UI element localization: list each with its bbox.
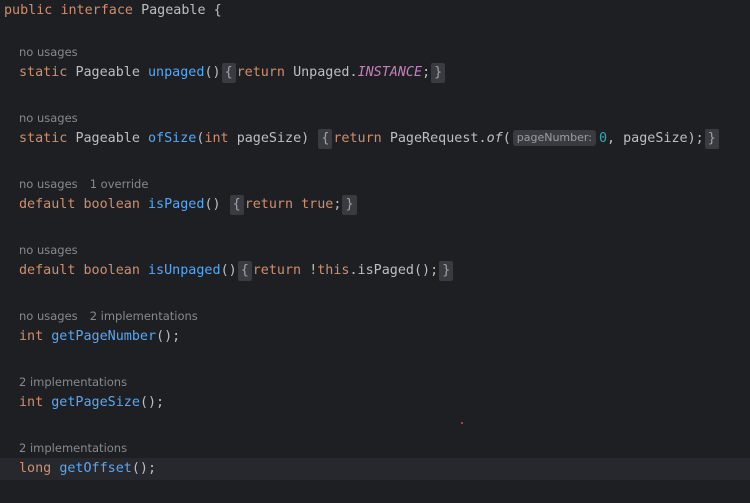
semicolon: ; — [422, 65, 431, 80]
usages-hint[interactable]: no usages 1 override — [19, 176, 148, 192]
method-name-getoffset[interactable]: getOffset — [59, 461, 132, 476]
implementations-hint[interactable]: 2 implementations — [19, 440, 127, 456]
implementations-hint[interactable]: 2 implementations — [19, 374, 127, 390]
keyword-int: int — [19, 395, 44, 410]
method-params: (); — [131, 461, 157, 476]
keyword-return: return — [333, 131, 382, 146]
method-call-of: of — [486, 131, 503, 146]
keyword-static: static — [19, 65, 68, 80]
param-pagesize: pageSize) — [236, 131, 310, 146]
implementations-hint-text[interactable]: 2 implementations — [19, 441, 127, 455]
keyword-return: return — [252, 263, 302, 278]
return-type: Pageable — [75, 131, 140, 146]
method-params: (); — [156, 329, 181, 344]
method-ofsize-line[interactable]: static Pageable ofSize ( int pageSize) {re… — [19, 128, 720, 150]
fold-close-marker[interactable]: } — [439, 261, 454, 281]
fold-open-marker[interactable]: { — [229, 195, 244, 215]
call-paren-open: ( — [502, 131, 511, 146]
method-getpagenumber-line[interactable]: int getPageNumber(); — [19, 326, 180, 348]
implementations-hint-text[interactable]: 2 implementations — [90, 309, 198, 323]
call-args-rest: , pageSize); — [607, 131, 704, 146]
method-name-getpagenumber[interactable]: getPageNumber — [51, 329, 156, 344]
keyword-static: static — [19, 131, 68, 146]
class-ref: Unpaged. — [293, 65, 358, 80]
usages-hint-text[interactable]: no usages — [19, 243, 78, 257]
static-field-instance: INSTANCE — [357, 65, 423, 80]
fold-close-marker[interactable]: } — [704, 129, 719, 149]
keyword-this: this — [317, 263, 350, 278]
interface-name[interactable]: Pageable — [141, 3, 206, 18]
keyword-default: default — [19, 263, 76, 278]
keyword-int: int — [19, 329, 44, 344]
code-editor[interactable]: public interface Pageable { no usages st… — [0, 0, 750, 503]
fold-open-marker[interactable]: { — [318, 129, 333, 149]
method-params: (); — [139, 395, 165, 410]
overrides-hint-text[interactable]: 1 override — [90, 177, 149, 191]
method-getpagesize-line[interactable]: int getPageSize(); — [19, 392, 164, 414]
keyword-true: true — [301, 197, 334, 212]
fold-open-marker[interactable]: { — [237, 261, 252, 281]
number-literal: 0 — [598, 131, 607, 146]
usages-hint[interactable]: no usages — [19, 44, 78, 60]
method-name-unpaged[interactable]: unpaged — [148, 65, 204, 80]
method-params: () — [204, 65, 221, 80]
error-marker-dot — [461, 422, 463, 424]
usages-hint-text[interactable]: no usages — [19, 45, 78, 59]
method-params: () — [220, 263, 237, 278]
usages-hint-text[interactable]: no usages — [19, 177, 78, 191]
method-unpaged-line[interactable]: static Pageable unpaged(){return Unpaged… — [19, 62, 446, 84]
method-name-ispaged[interactable]: isPaged — [148, 197, 204, 212]
keyword-return: return — [236, 65, 285, 80]
usages-hint-text[interactable]: no usages — [19, 309, 78, 323]
parameter-name-hint: pageNumber: — [512, 130, 596, 146]
method-params: () — [204, 197, 221, 212]
interface-declaration[interactable]: public interface Pageable { — [4, 0, 222, 22]
class-ref: PageRequest. — [389, 131, 487, 146]
return-type: Pageable — [75, 65, 140, 80]
method-ispaged-line[interactable]: default boolean isPaged() {return true;} — [19, 194, 358, 216]
semicolon: ; — [333, 197, 342, 212]
keyword-public: public — [4, 3, 53, 18]
fold-close-marker[interactable]: } — [342, 195, 357, 215]
keyword-int: int — [204, 131, 229, 146]
method-isunpaged-line[interactable]: default boolean isUnpaged(){return !this… — [19, 260, 454, 282]
fold-open-marker[interactable]: { — [221, 63, 236, 83]
implementations-hint-text[interactable]: 2 implementations — [19, 375, 127, 389]
keyword-default: default — [19, 197, 76, 212]
keyword-boolean: boolean — [83, 263, 140, 278]
method-name-getpagesize[interactable]: getPageSize — [51, 395, 140, 410]
method-name-isunpaged[interactable]: isUnpaged — [148, 263, 221, 278]
call-rest: .isPaged(); — [349, 263, 439, 278]
usages-hint[interactable]: no usages 2 implementations — [19, 308, 198, 324]
open-brace: { — [213, 3, 222, 18]
keyword-interface: interface — [60, 3, 133, 18]
usages-hint-text[interactable]: no usages — [19, 111, 78, 125]
method-getoffset-line[interactable]: long getOffset(); — [19, 458, 156, 480]
keyword-boolean: boolean — [83, 197, 140, 212]
keyword-long: long — [19, 461, 52, 476]
fold-close-marker[interactable]: } — [431, 63, 446, 83]
keyword-return: return — [244, 197, 294, 212]
usages-hint[interactable]: no usages — [19, 242, 78, 258]
method-name-ofsize[interactable]: ofSize — [148, 131, 196, 146]
usages-hint[interactable]: no usages — [19, 110, 78, 126]
